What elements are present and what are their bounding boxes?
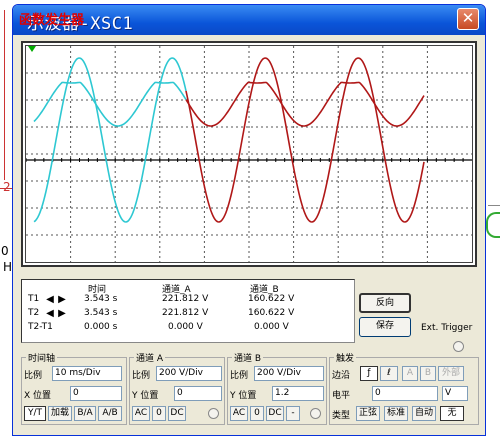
trigger-edge-label: 边沿	[332, 371, 351, 381]
arrow-left-icon[interactable]: ◀	[44, 308, 56, 319]
background-component	[486, 212, 500, 238]
channel-a-coupling-radio[interactable]	[208, 408, 219, 419]
rising-edge-button[interactable]: ƒ	[360, 366, 378, 381]
arrow-left-icon[interactable]: ◀	[44, 294, 56, 305]
channel-b-coupling-radio[interactable]	[310, 408, 321, 419]
trigger-level-field[interactable]: 0	[372, 386, 438, 401]
trigger-group: 触发 边沿 ƒ ℓ A B 外部 电平 0 V 类型 正弦 标准 自动 无	[329, 351, 479, 425]
title-bar[interactable]: 示波器-XSC1 函数发生器 ✕	[13, 5, 485, 35]
channel-a-scale-label: 比例	[132, 371, 151, 381]
mode-ba-button[interactable]: B/A	[74, 406, 96, 421]
close-icon: ✕	[461, 9, 475, 27]
timebase-title: 时间轴	[26, 351, 58, 364]
x-position-label: X 位置	[24, 391, 52, 401]
close-button[interactable]: ✕	[457, 8, 479, 30]
channel-a-group: 通道 A 比例 200 V/Div Y 位置 0 AC 0 DC	[129, 351, 225, 425]
mode-load-button[interactable]: 加载	[48, 406, 72, 421]
t1-cursor-arrows[interactable]: ◀ ▶	[44, 292, 68, 305]
trigger-source-a-button[interactable]: A	[402, 366, 418, 381]
trigger-level-label: 电平	[332, 391, 351, 401]
trigger-type-auto-button[interactable]: 自动	[412, 406, 436, 421]
delta-channel-a: 0.000 V	[168, 322, 203, 332]
ext-trigger-label: Ext. Trigger	[421, 323, 473, 333]
x-position-field[interactable]: 0	[70, 386, 122, 401]
background-wire	[4, 10, 5, 180]
t1-channel-b: 160.622 V	[248, 294, 295, 304]
oscilloscope-window[interactable]: 示波器-XSC1 函数发生器 ✕ 时间 通道_A 通道_B T1 ◀ ▶ 3.54…	[12, 4, 486, 436]
trigger-type-normal-button[interactable]: 标准	[384, 406, 408, 421]
channel-a-position-label: Y 位置	[132, 391, 159, 401]
arrow-right-icon[interactable]: ▶	[56, 294, 68, 305]
delta-channel-b: 0.000 V	[254, 322, 289, 332]
trigger-marker	[28, 46, 36, 52]
t2-channel-b: 160.622 V	[248, 308, 295, 318]
channel-a-ac-button[interactable]: AC	[132, 406, 150, 421]
trigger-source-b-button[interactable]: B	[420, 366, 436, 381]
trigger-level-unit[interactable]: V	[442, 386, 468, 401]
falling-edge-button[interactable]: ℓ	[380, 366, 398, 381]
timebase-scale-label: 比例	[24, 371, 43, 381]
waveform-plot	[26, 46, 472, 262]
background-label: 0	[1, 244, 9, 258]
save-button[interactable]: 保存	[359, 317, 411, 337]
channel-b-title: 通道 B	[232, 351, 264, 364]
channel-b-position-field[interactable]: 1.2	[272, 386, 324, 401]
background-label: 2	[3, 180, 11, 194]
channel-a-position-field[interactable]: 0	[174, 386, 222, 401]
trigger-type-sine-button[interactable]: 正弦	[356, 406, 380, 421]
channel-a-upper-trace	[33, 81, 187, 127]
channel-b-position-label: Y 位置	[230, 391, 257, 401]
channel-b-invert-button[interactable]: -	[286, 406, 300, 421]
trigger-type-label: 类型	[332, 411, 351, 421]
mode-yt-button[interactable]: Y/T	[24, 406, 46, 421]
mode-ab-button[interactable]: A/B	[98, 406, 122, 421]
readout-row-label: T1	[28, 294, 40, 304]
t2-cursor-arrows[interactable]: ◀ ▶	[44, 306, 68, 319]
background-label: H	[3, 260, 13, 274]
channel-a-zero-button[interactable]: 0	[152, 406, 166, 421]
channel-b-scale-field[interactable]: 200 V/Div	[254, 366, 324, 381]
trigger-source-ext-button[interactable]: 外部	[438, 366, 464, 381]
cursor-readout-panel: 时间 通道_A 通道_B T1 ◀ ▶ 3.543 s 221.812 V 160…	[21, 279, 355, 343]
reverse-button[interactable]: 反向	[359, 293, 411, 313]
channel-a-dc-button[interactable]: DC	[168, 406, 186, 421]
readout-row-label: T2-T1	[28, 322, 53, 332]
timebase-group: 时间轴 比例 10 ms/Div X 位置 0 Y/T 加载 B/A A/B	[21, 351, 127, 425]
ext-trigger-radio[interactable]	[453, 341, 464, 352]
channel-b-upper-trace	[185, 81, 425, 127]
delta-time: 0.000 s	[84, 322, 118, 332]
trigger-title: 触发	[334, 351, 357, 364]
channel-b-zero-button[interactable]: 0	[250, 406, 264, 421]
channel-b-ac-button[interactable]: AC	[230, 406, 248, 421]
readout-row-label: T2	[28, 308, 40, 318]
channel-b-trace	[185, 57, 425, 223]
oscilloscope-screen[interactable]	[21, 41, 477, 267]
channel-b-dc-button[interactable]: DC	[266, 406, 284, 421]
screen-grid-area	[25, 45, 473, 263]
channel-a-title: 通道 A	[134, 351, 166, 364]
t1-time: 3.543 s	[84, 294, 118, 304]
overlapping-title-text: 函数发生器	[19, 13, 85, 28]
background-wire	[488, 205, 500, 206]
timebase-scale-field[interactable]: 10 ms/Div	[52, 366, 122, 381]
channel-b-group: 通道 B 比例 200 V/Div Y 位置 1.2 AC 0 DC -	[227, 351, 327, 425]
channel-b-scale-label: 比例	[230, 371, 249, 381]
t2-channel-a: 221.812 V	[162, 308, 209, 318]
trigger-type-none-button[interactable]: 无	[440, 406, 464, 421]
t2-time: 3.543 s	[84, 308, 118, 318]
channel-a-scale-field[interactable]: 200 V/Div	[156, 366, 222, 381]
t1-channel-a: 221.812 V	[162, 294, 209, 304]
arrow-right-icon[interactable]: ▶	[56, 308, 68, 319]
